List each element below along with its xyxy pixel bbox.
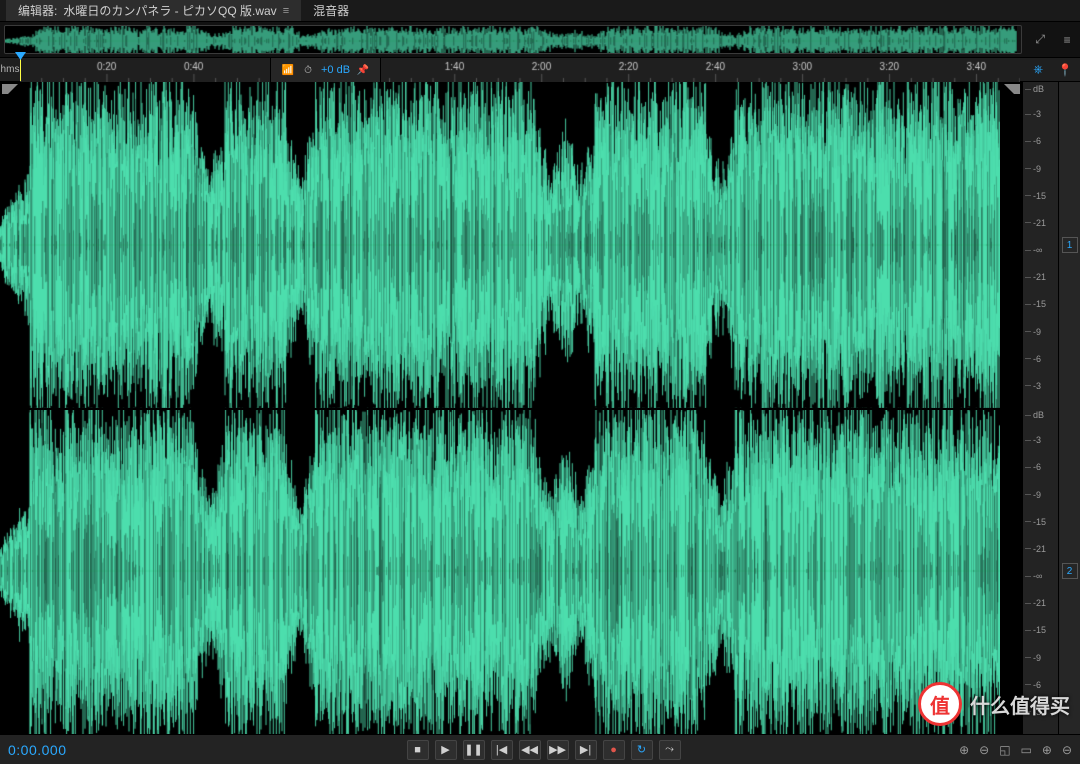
gain-readout[interactable]: 📶 ⏱ +0 dB 📌 — [270, 58, 381, 82]
pause-button[interactable]: ❚❚ — [463, 740, 485, 760]
waveform-editor: dB-3-6-9-15-21-∞-21-15-9-6-3 dB-3-6-9-15… — [0, 82, 1080, 734]
zoom-selection-icon[interactable]: ▭ — [1021, 743, 1032, 757]
tab-mixer-label: 混音器 — [313, 2, 349, 19]
zoom-out-vertical-icon[interactable]: ⊖ — [1062, 743, 1072, 757]
tab-bar: 编辑器: 水曜日のカンパネラ - ピカソQQ 版.wav ≡ 混音器 — [0, 0, 1080, 22]
to-start-button[interactable]: |◀ — [491, 740, 513, 760]
overview-list-icon[interactable]: ≡ — [1064, 33, 1071, 47]
to-end-button[interactable]: ▶| — [575, 740, 597, 760]
tab-mixer[interactable]: 混音器 — [301, 0, 361, 21]
forward-button[interactable]: ▶▶ — [547, 740, 569, 760]
transport-bar: 0:00.000 ■ ▶ ❚❚ |◀ ◀◀ ▶▶ ▶| ● ↻ ⤳ ⊕ ⊖ ◱ … — [0, 734, 1080, 764]
overview-waveform[interactable] — [4, 25, 1022, 54]
time-ruler-row: hms 📶 ⏱ +0 dB 📌 ⎈ 📍 — [0, 58, 1080, 82]
zoom-tools: ⊕ ⊖ ◱ ▭ ⊕ ⊖ — [959, 743, 1072, 757]
transport-buttons: ■ ▶ ❚❚ |◀ ◀◀ ▶▶ ▶| ● ↻ ⤳ — [407, 740, 681, 760]
tab-editor-menu-icon[interactable]: ≡ — [283, 5, 289, 17]
pin-icon[interactable]: 📌 — [356, 63, 370, 77]
level-bars-icon: 📶 — [281, 63, 295, 77]
channel-strip: 1 2 — [1058, 82, 1080, 734]
marker-tool-icon[interactable]: ⎈ — [1033, 62, 1043, 77]
gain-value: +0 dB — [321, 64, 350, 76]
play-button[interactable]: ▶ — [435, 740, 457, 760]
loop-button[interactable]: ↻ — [631, 740, 653, 760]
amplitude-scale: dB-3-6-9-15-21-∞-21-15-9-6-3 dB-3-6-9-15… — [1022, 82, 1058, 734]
record-button[interactable]: ● — [603, 740, 625, 760]
overview-zoom-icon[interactable]: ⤢ — [1035, 32, 1045, 47]
pin-tool-icon[interactable]: 📍 — [1058, 63, 1073, 77]
fade-out-handle[interactable] — [1004, 84, 1020, 100]
zoom-in-vertical-icon[interactable]: ⊕ — [1042, 743, 1052, 757]
playhead[interactable] — [20, 58, 21, 81]
zoom-full-icon[interactable]: ◱ — [999, 743, 1010, 757]
clock-icon: ⏱ — [301, 63, 315, 77]
zoom-out-icon[interactable]: ⊖ — [979, 743, 989, 757]
stop-button[interactable]: ■ — [407, 740, 429, 760]
tab-editor-prefix: 编辑器: — [18, 2, 57, 19]
skip-silence-button[interactable]: ⤳ — [659, 740, 681, 760]
zoom-in-icon[interactable]: ⊕ — [959, 743, 969, 757]
overview-tools: ⤢ ≡ — [1026, 22, 1080, 57]
channel-2-toggle[interactable]: 2 — [1059, 408, 1080, 734]
overview-strip: ⤢ ≡ — [0, 22, 1080, 58]
channel-1-toggle[interactable]: 1 — [1059, 82, 1080, 408]
tab-editor[interactable]: 编辑器: 水曜日のカンパネラ - ピカソQQ 版.wav ≡ — [6, 0, 301, 21]
time-unit-label: hms — [0, 58, 20, 81]
tab-editor-filename: 水曜日のカンパネラ - ピカソQQ 版.wav — [63, 2, 276, 19]
waveform-display[interactable] — [0, 82, 1022, 734]
timecode-display[interactable]: 0:00.000 — [8, 742, 128, 758]
fade-in-handle[interactable] — [2, 84, 18, 100]
time-ruler[interactable]: 📶 ⏱ +0 dB 📌 — [20, 58, 1026, 81]
ruler-tools: ⎈ 📍 — [1026, 58, 1080, 81]
rewind-button[interactable]: ◀◀ — [519, 740, 541, 760]
